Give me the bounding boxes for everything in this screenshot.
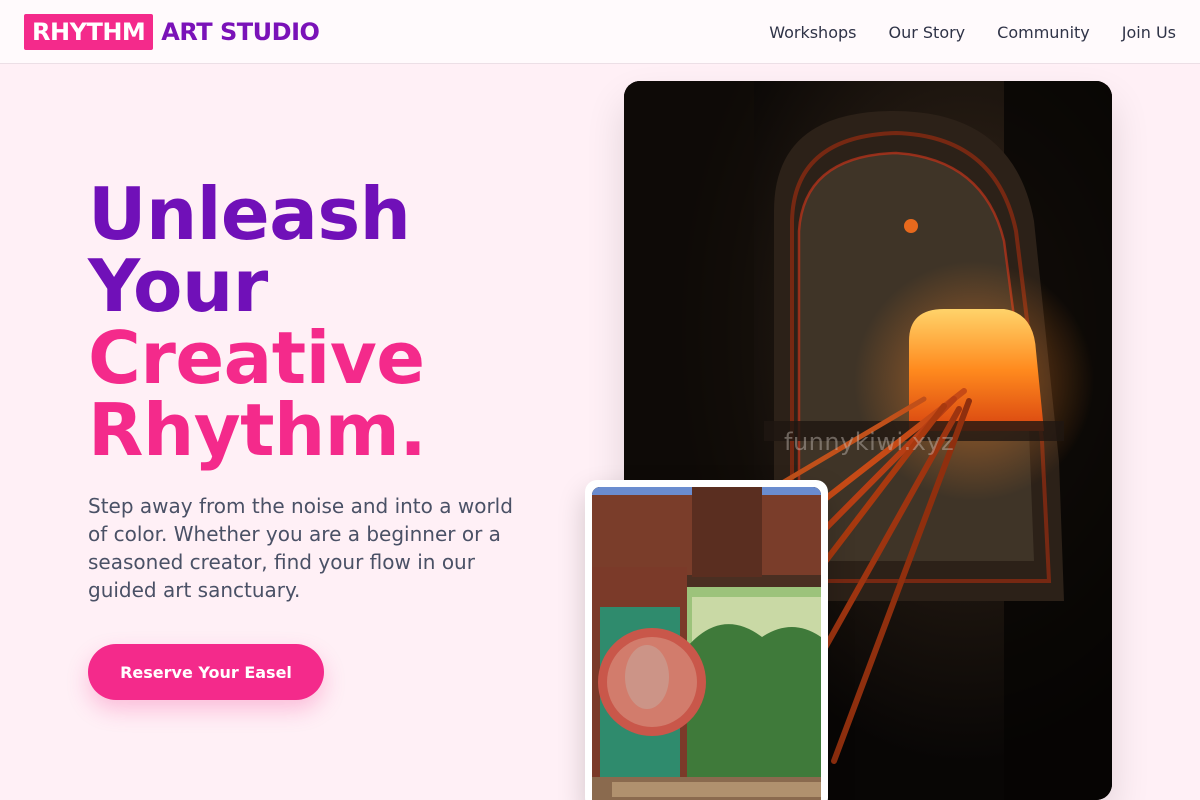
top-navigation-bar: RHYTHM ART STUDIO Workshops Our Story Co… (0, 0, 1200, 64)
nav-link-community[interactable]: Community (997, 23, 1090, 42)
nav-link-workshops[interactable]: Workshops (769, 23, 856, 42)
watermark-text: funnykiwi.xyz (784, 428, 955, 456)
mural-illustration (592, 487, 821, 800)
nav-link-our-story[interactable]: Our Story (888, 23, 965, 42)
headline-line-1: Unleash (88, 172, 411, 256)
mural-doorway-photo (585, 480, 828, 800)
studio-logo[interactable]: RHYTHM ART STUDIO (24, 14, 320, 50)
nav-link-join-us[interactable]: Join Us (1122, 23, 1176, 42)
headline-line-3: Creative (88, 316, 425, 400)
logo-wordmark: ART STUDIO (161, 18, 320, 46)
headline-line-2: Your (88, 244, 268, 328)
reserve-easel-button[interactable]: Reserve Your Easel (88, 644, 324, 700)
main-nav: Workshops Our Story Community Join Us (737, 0, 1176, 64)
hero-description: Step away from the noise and into a worl… (88, 494, 513, 602)
mural-photo-frame (592, 487, 821, 800)
headline-line-4: Rhythm. (88, 388, 427, 472)
hero-headline: Unleash Your Creative Rhythm. (88, 172, 427, 472)
logo-highlight: RHYTHM (24, 14, 154, 50)
